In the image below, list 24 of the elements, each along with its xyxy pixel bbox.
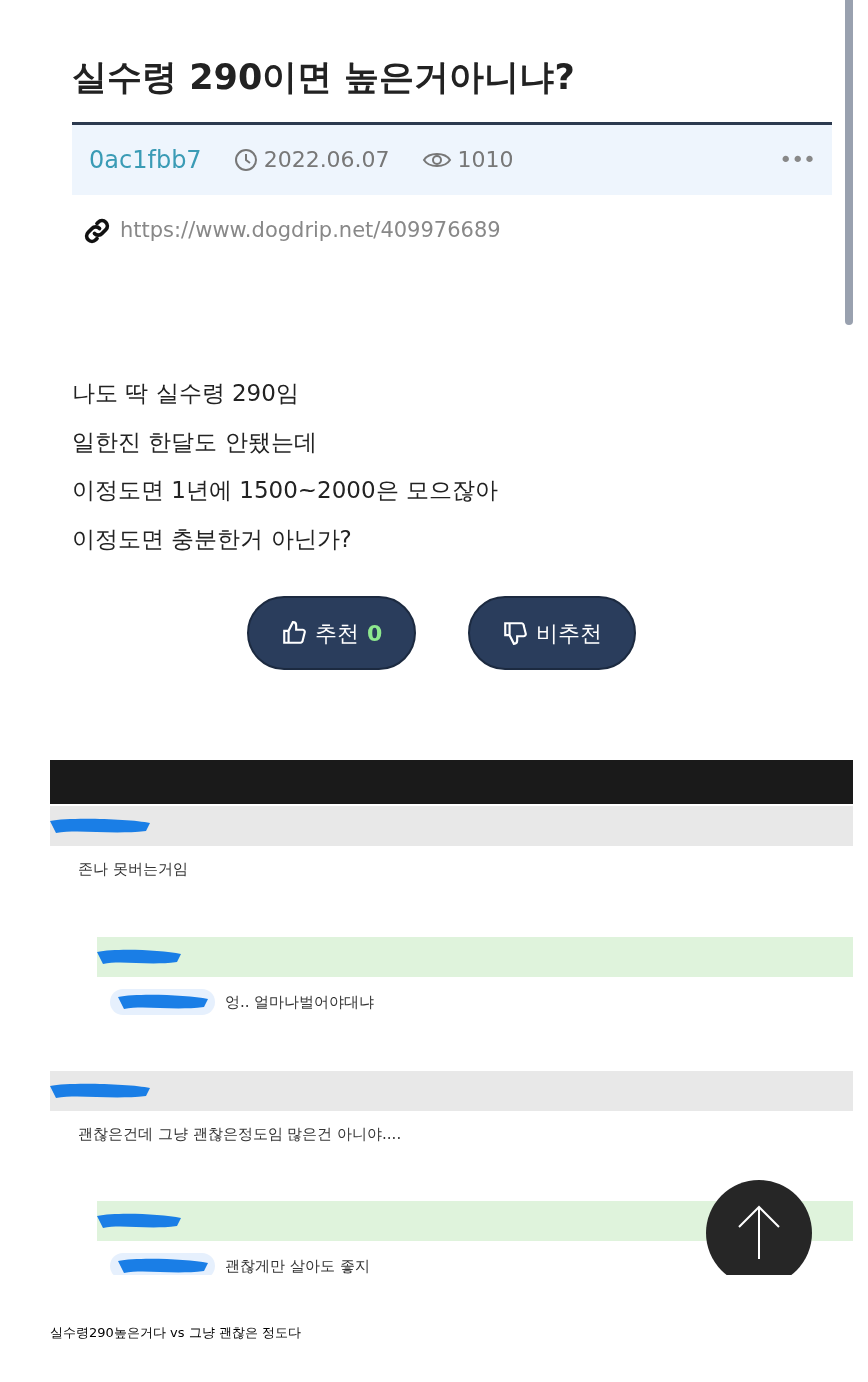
arrow-up-icon <box>737 1205 781 1261</box>
caption: 실수령290높은거다 vs 그냥 괜찮은 정도다 <box>49 1324 302 1342</box>
author-name[interactable]: 0ac1fbb7 <box>89 141 202 178</box>
not-recommend-button[interactable]: 비추천 <box>468 596 637 671</box>
comment-text: 엉.. 얼마나벌어야대냐 <box>225 991 375 1013</box>
body-line: 나도 딱 실수령 290임 <box>72 379 300 409</box>
post-title: 실수령 290이면 높은거아니냐? <box>72 56 576 99</box>
body-line: 일한진 한달도 안됐는데 <box>72 427 318 457</box>
scrollbar[interactable] <box>845 0 853 325</box>
more-button[interactable]: ••• <box>779 143 815 177</box>
clock-icon <box>233 147 258 172</box>
thumbs-down-icon <box>502 620 529 647</box>
mention-tag[interactable] <box>110 1253 215 1275</box>
body-line: 이정도면 1년에 1500~2000은 모으잖아 <box>72 476 499 506</box>
body-line: 이정도면 충분한거 아닌가? <box>72 524 353 554</box>
recommend-button[interactable]: 추천 0 <box>247 596 417 671</box>
comment-text: 괜찮게만 살아도 좋지 <box>225 1256 370 1275</box>
mention-tag[interactable] <box>110 988 215 1015</box>
post-url[interactable]: https://www.dogdrip.net/409976689 <box>120 214 501 247</box>
comment-text: 존나 못버는거임 <box>78 859 188 881</box>
thumbs-up-icon <box>281 620 307 647</box>
post-date: 2022.06.07 <box>263 146 390 175</box>
comment-text: 괜찮은건데 그냥 괜찮은정도임 많은건 아니야.... <box>78 1123 402 1145</box>
view-count: 1010 <box>457 146 514 175</box>
